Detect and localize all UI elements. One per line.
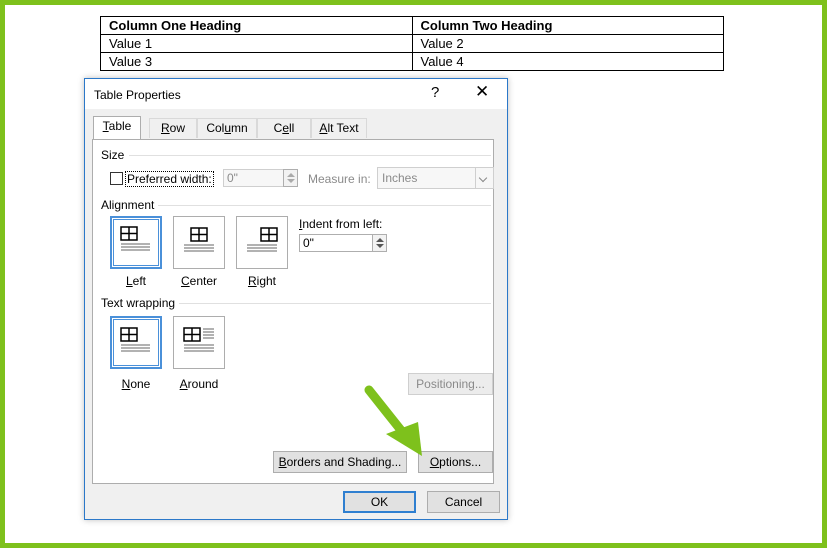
tab-alt-text[interactable]: Alt Text [311, 118, 367, 138]
align-center-option[interactable] [173, 216, 225, 269]
wrap-none-option[interactable] [110, 316, 162, 369]
preferred-width-checkbox[interactable] [110, 172, 123, 185]
spin-down-icon [287, 179, 295, 183]
spin-up-icon [376, 238, 384, 242]
table-header-cell[interactable]: Column One Heading [100, 16, 413, 35]
spin-down-icon [376, 244, 384, 248]
options-mnemonic: O [429, 455, 440, 469]
measure-in-label: Measure in: [308, 172, 371, 186]
tab-row[interactable]: Row [149, 118, 197, 138]
preferred-width-spinner[interactable] [283, 169, 298, 187]
table-row: Value 1 Value 2 [100, 34, 724, 53]
size-heading: Size [101, 148, 125, 162]
measure-in-select[interactable]: Inches [377, 167, 494, 189]
text-wrapping-heading: Text wrapping [101, 296, 176, 310]
options-rest: ptions... [439, 455, 482, 469]
table-align-center-icon [184, 227, 214, 252]
wrap-around-option[interactable] [173, 316, 225, 369]
align-center-mnemonic: C [180, 274, 190, 288]
wrap-none-icon [120, 327, 150, 352]
indent-rest: ndent from left: [302, 217, 383, 231]
chevron-down-icon [475, 168, 493, 188]
close-button[interactable]: ✕ [475, 82, 489, 102]
wrap-around-label: Around [169, 377, 229, 391]
align-right-label: Right [232, 274, 292, 288]
help-button[interactable]: ? [431, 84, 439, 101]
dialog-title: Table Properties [94, 88, 181, 102]
table-properties-dialog: Table Properties ? ✕ Table Row Column Ce… [84, 78, 508, 520]
indent-spinner[interactable] [372, 234, 387, 252]
align-right-rest: ight [256, 274, 277, 288]
align-right-mnemonic: R [247, 274, 257, 288]
dialog-titlebar: Table Properties ? ✕ [85, 79, 507, 109]
tab-table-rest: able [108, 119, 132, 133]
indent-input[interactable]: 0" [299, 234, 373, 252]
tab-cell-post: ll [289, 121, 295, 135]
alignment-divider [158, 205, 491, 206]
wrap-around-icon [183, 327, 214, 352]
wrap-around-rest: round [187, 377, 219, 391]
tab-row-mnemonic: R [160, 121, 170, 135]
measure-in-value: Inches [382, 171, 418, 185]
table-tab-panel: Size Preferred width: 0" Measure in: Inc… [92, 139, 494, 484]
table-header-row: Column One Heading Column Two Heading [100, 16, 724, 35]
table-cell[interactable]: Value 1 [100, 34, 413, 53]
preferred-width-input[interactable]: 0" [223, 169, 284, 187]
spin-up-icon [287, 173, 295, 177]
preferred-width-label: Preferred width: [125, 171, 214, 187]
tab-column-mnemonic: u [224, 121, 232, 135]
align-right-option[interactable] [236, 216, 288, 269]
align-left-label: Left [106, 274, 166, 288]
tab-cell-pre: C [273, 121, 283, 135]
tab-table[interactable]: Table [93, 116, 141, 139]
wrap-none-rest: one [130, 377, 151, 391]
tab-column-post: mn [231, 121, 248, 135]
table-align-left-icon [120, 226, 150, 251]
arrow-pointer-icon [364, 385, 422, 456]
align-left-option[interactable] [110, 216, 162, 269]
table-align-right-icon [247, 227, 278, 252]
align-left-mnemonic: L [125, 274, 133, 288]
text-wrapping-divider [179, 303, 491, 304]
table-row: Value 3 Value 4 [100, 52, 724, 71]
align-center-label: Center [169, 274, 229, 288]
table-cell[interactable]: Value 3 [100, 52, 413, 71]
table-cell[interactable]: Value 2 [411, 34, 724, 53]
alignment-heading: Alignment [101, 198, 155, 212]
tab-column[interactable]: Column [197, 118, 257, 138]
indent-label: Indent from left: [299, 217, 382, 231]
tab-row-rest: ow [169, 121, 185, 135]
table-cell[interactable]: Value 4 [411, 52, 724, 71]
wrap-none-mnemonic: N [121, 377, 131, 391]
borders-mnemonic: B [278, 455, 287, 469]
cancel-button[interactable]: Cancel [427, 491, 500, 513]
wrap-around-mnemonic: A [179, 377, 188, 391]
tab-cell-mnemonic: e [282, 121, 289, 135]
table-header-cell[interactable]: Column Two Heading [411, 16, 724, 35]
tab-alt-text-rest: lt Text [327, 121, 359, 135]
tab-column-pre: Col [206, 121, 225, 135]
size-divider [129, 155, 491, 156]
align-center-rest: enter [189, 274, 218, 288]
tab-cell[interactable]: Cell [257, 118, 311, 138]
align-left-rest: eft [132, 274, 147, 288]
ok-button[interactable]: OK [343, 491, 416, 513]
wrap-none-label: None [106, 377, 166, 391]
document-table: Column One Heading Column Two Heading Va… [100, 16, 724, 71]
